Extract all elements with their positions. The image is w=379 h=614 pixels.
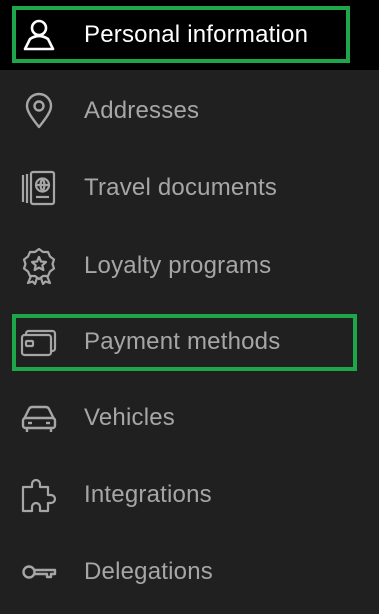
menu-item-payment-methods[interactable]: Payment methods: [0, 307, 379, 377]
award-badge-icon: [20, 247, 58, 285]
menu-item-label: Vehicles: [84, 404, 175, 431]
menu-item-label: Loyalty programs: [84, 252, 272, 279]
menu-item-delegations[interactable]: Delegations: [0, 537, 379, 607]
menu-item-label: Integrations: [84, 481, 212, 508]
menu-item-label: Personal information: [84, 21, 309, 48]
passport-icon: [20, 169, 58, 207]
menu-item-label: Travel documents: [84, 174, 278, 201]
menu-item-loyalty-programs[interactable]: Loyalty programs: [0, 231, 379, 301]
key-icon: [20, 553, 58, 591]
menu-item-vehicles[interactable]: Vehicles: [0, 383, 379, 453]
menu-item-addresses[interactable]: Addresses: [0, 76, 379, 146]
car-icon: [20, 399, 58, 437]
menu-item-label: Payment methods: [84, 328, 281, 355]
menu-item-travel-documents[interactable]: Travel documents: [0, 153, 379, 223]
puzzle-piece-icon: [20, 476, 58, 514]
menu-item-personal-information[interactable]: Personal information: [0, 0, 379, 70]
menu-item-label: Addresses: [84, 97, 200, 124]
menu-item-integrations[interactable]: Integrations: [0, 460, 379, 530]
credit-card-icon: [20, 323, 58, 361]
menu-item-label: Delegations: [84, 558, 213, 585]
person-icon: [20, 16, 58, 54]
location-pin-icon: [20, 92, 58, 130]
